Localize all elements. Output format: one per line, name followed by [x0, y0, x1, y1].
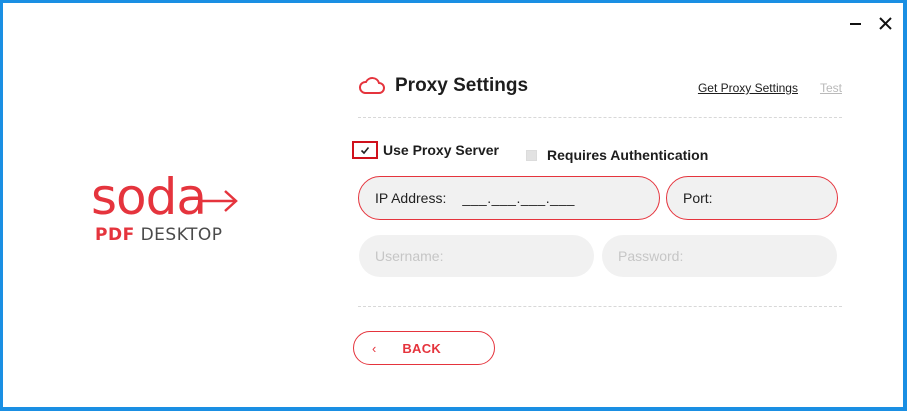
cloud-icon	[359, 77, 385, 94]
logo-pdf-text: PDF	[95, 225, 135, 245]
logo-desktop-text: DESKTOP	[140, 225, 223, 245]
ip-address-mask: ___.___.___.___	[462, 190, 575, 206]
page-title: Proxy Settings	[395, 75, 529, 96]
ip-address-label: IP Address:	[375, 190, 447, 206]
ip-address-field[interactable]: IP Address: ___.___.___.___	[358, 176, 660, 220]
top-divider	[358, 117, 842, 118]
requires-auth-checkbox[interactable]	[526, 149, 537, 161]
header: Proxy Settings Get Proxy Settings Test	[358, 75, 842, 107]
soda-pdf-logo: soda PDF DESKTOP	[91, 171, 281, 245]
close-icon	[878, 16, 892, 30]
logo-word: soda	[91, 168, 207, 226]
password-placeholder: Password:	[618, 248, 684, 264]
get-proxy-settings-link[interactable]: Get Proxy Settings	[698, 81, 798, 95]
checkmark-icon	[360, 146, 370, 154]
chevron-left-icon: ‹	[372, 340, 377, 356]
use-proxy-checkbox[interactable]	[352, 141, 378, 159]
use-proxy-label[interactable]: Use Proxy Server	[383, 142, 499, 158]
back-label: BACK	[402, 340, 442, 356]
port-label: Port:	[683, 190, 713, 206]
port-field[interactable]: Port:	[666, 176, 838, 220]
arrow-right-icon	[198, 190, 238, 212]
minimize-button[interactable]	[847, 15, 863, 31]
password-field[interactable]: Password:	[602, 235, 837, 277]
header-links: Get Proxy Settings Test	[698, 81, 842, 95]
bottom-divider	[358, 306, 842, 307]
requires-auth-label[interactable]: Requires Authentication	[547, 147, 708, 163]
username-field[interactable]: Username:	[359, 235, 594, 277]
test-link[interactable]: Test	[820, 81, 842, 95]
username-placeholder: Username:	[375, 248, 444, 264]
proxy-settings-window: soda PDF DESKTOP Proxy Settings Get Prox…	[3, 3, 903, 407]
minimize-icon	[849, 22, 861, 25]
requires-auth-option: Requires Authentication	[526, 147, 708, 163]
close-button[interactable]	[877, 15, 893, 31]
logo-subtitle: PDF DESKTOP	[91, 225, 281, 245]
title-group: Proxy Settings	[358, 75, 528, 97]
logo-wordmark: soda	[91, 171, 281, 223]
window-controls	[847, 15, 893, 31]
back-button[interactable]: ‹ BACK	[353, 331, 495, 365]
use-proxy-option: Use Proxy Server	[352, 141, 499, 159]
